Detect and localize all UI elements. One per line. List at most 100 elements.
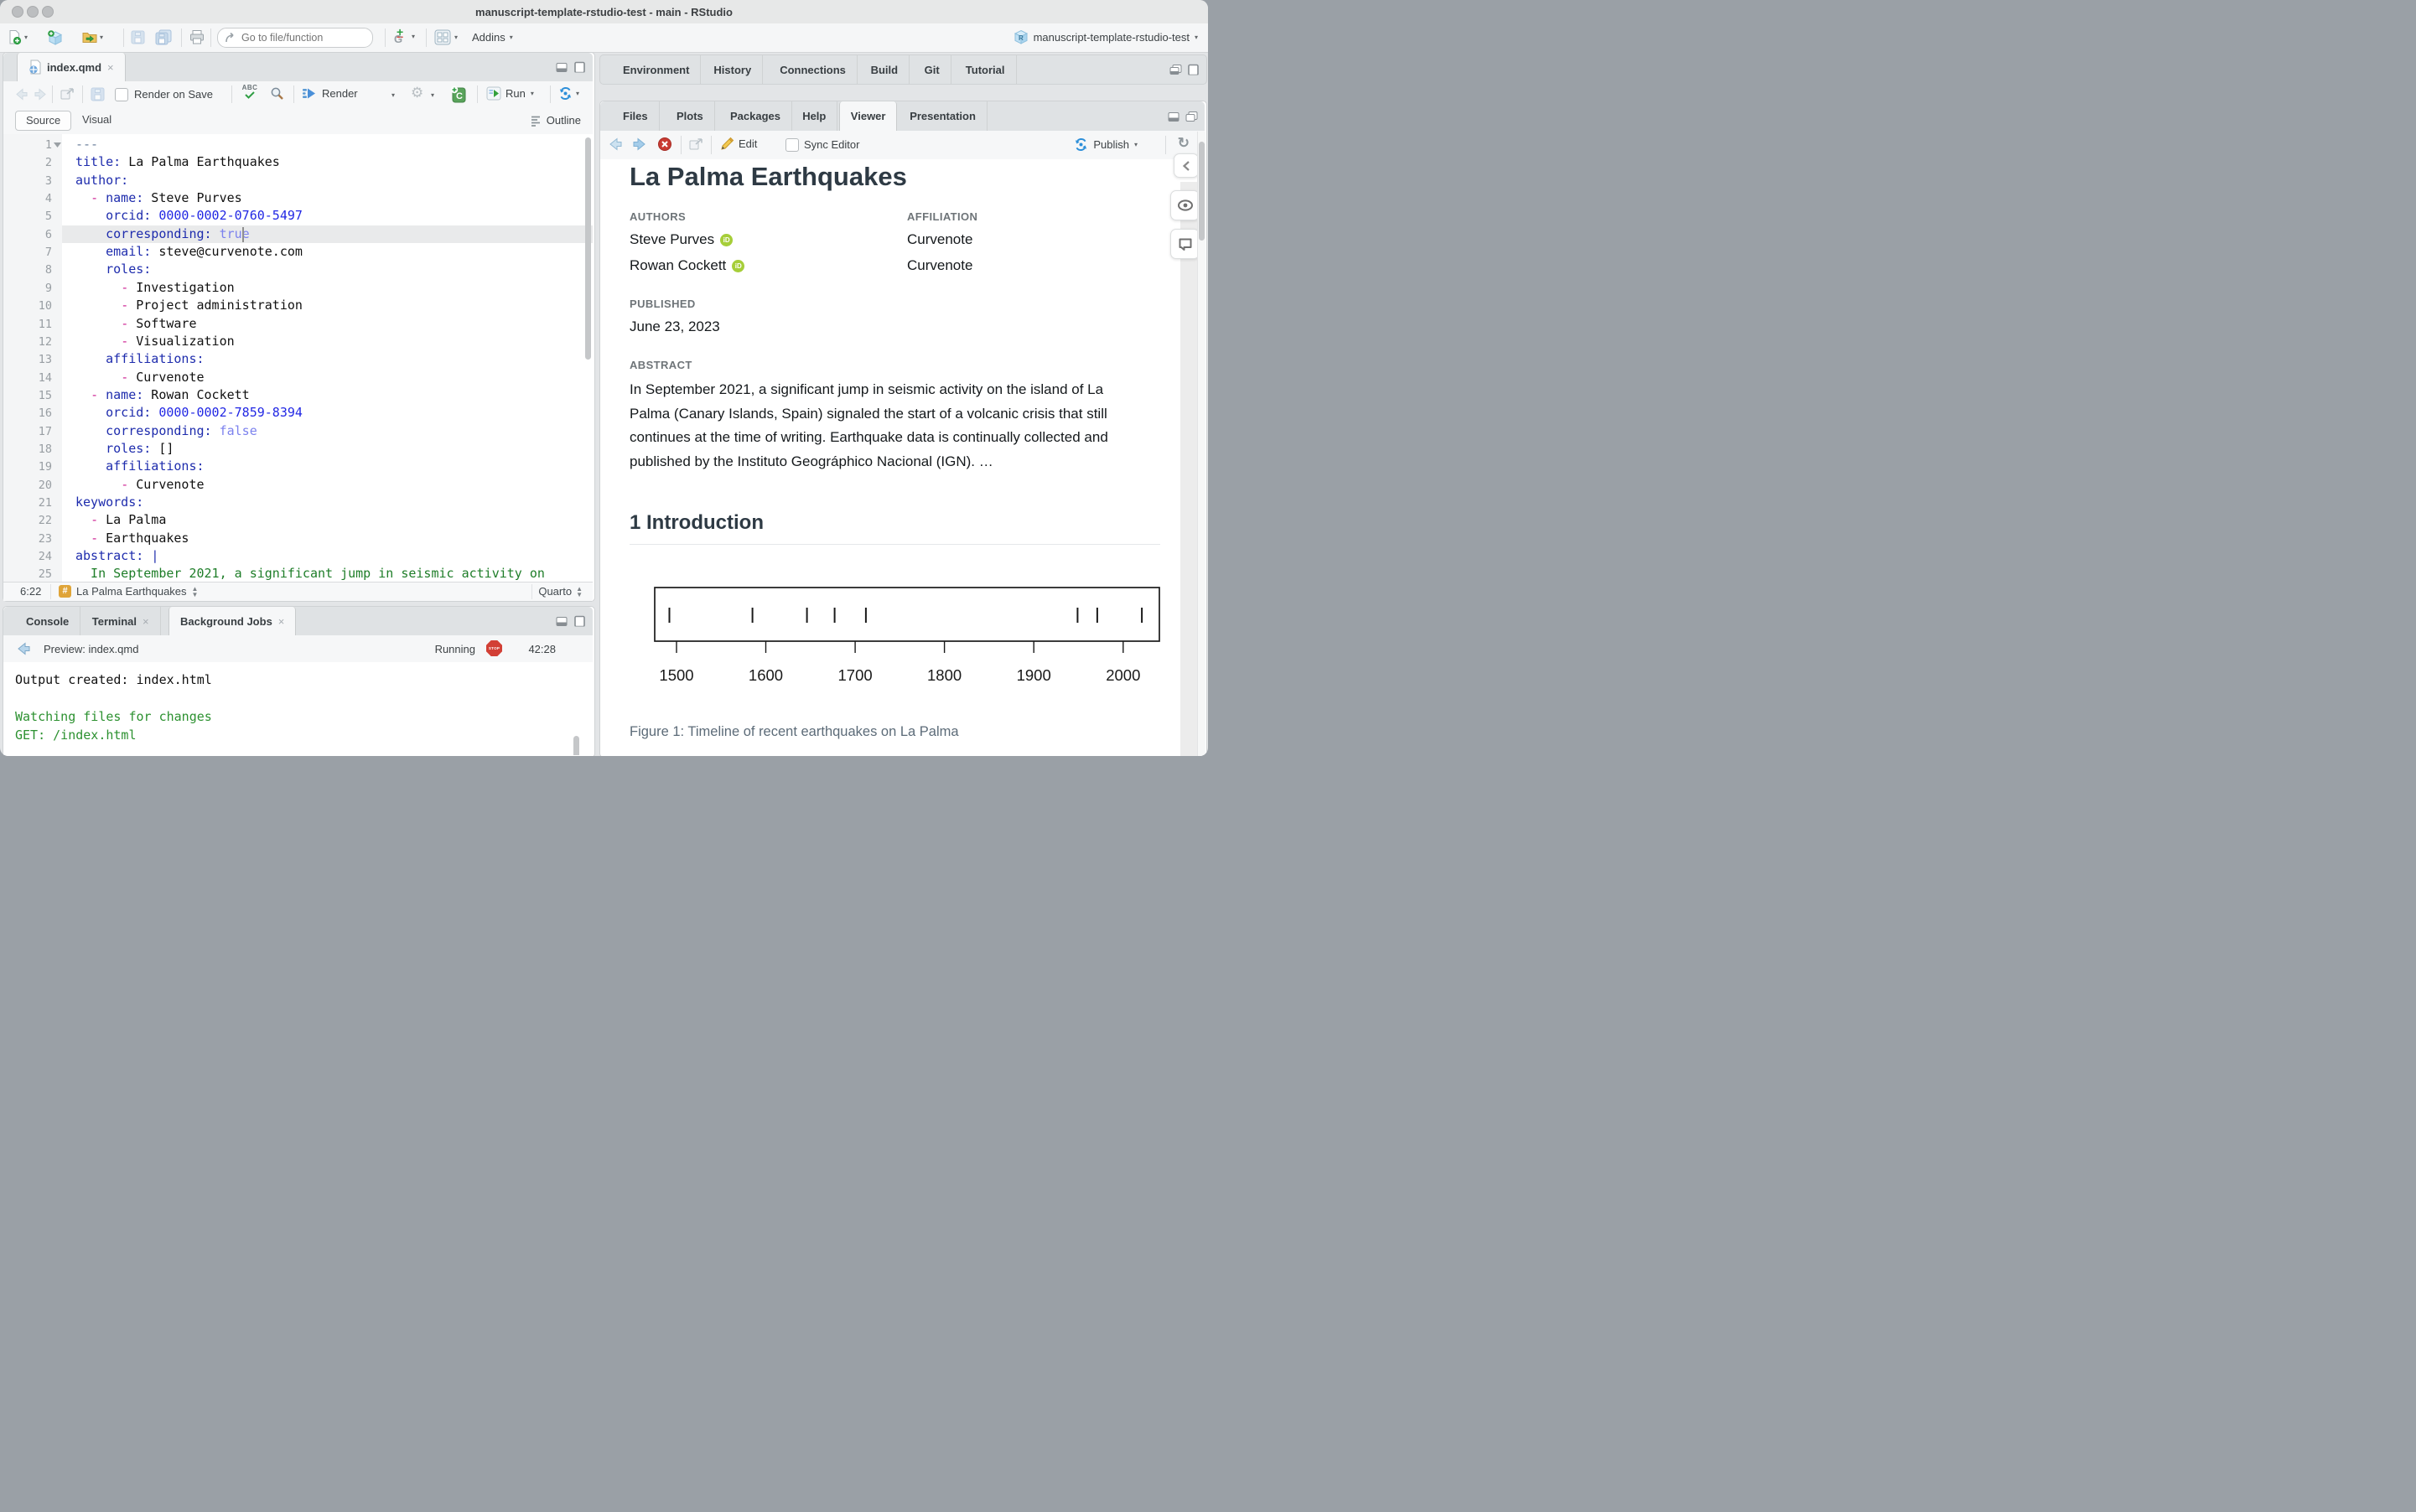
tab-source[interactable]: Source [15, 111, 72, 131]
code-line: roles: [106, 261, 152, 277]
print-button[interactable] [189, 29, 205, 45]
tab-tutorial[interactable]: Tutorial [955, 55, 1017, 84]
maximize-pane-icon[interactable] [573, 61, 586, 73]
tab-label: Viewer [850, 110, 886, 123]
code-editor[interactable]: 1 2 3 4 5 6 7 8 9 10 11 12 13 14 15 16 17 18 19 20 21 22 23 24 2… [3, 134, 593, 582]
publish-button[interactable]: Publish ▾ [1074, 137, 1138, 152]
tab-git[interactable]: Git [914, 55, 951, 84]
stop-job-button[interactable]: STOP [486, 640, 502, 656]
spellcheck-button[interactable]: ABC [240, 84, 260, 99]
save-file-icon[interactable] [91, 87, 105, 101]
minimize-pane-icon[interactable] [556, 616, 568, 627]
tab-label: Environment [623, 63, 690, 76]
gear-icon[interactable]: ⚙ [411, 85, 423, 101]
console-back-icon[interactable] [17, 642, 31, 655]
refresh-icon[interactable]: ↻ [1178, 135, 1190, 152]
goto-file-search[interactable] [217, 28, 373, 48]
console-output[interactable]: Output created: index.html Watching file… [3, 662, 593, 755]
goto-file-input[interactable] [240, 29, 369, 46]
addins-menu[interactable]: Addins ▾ [472, 31, 513, 44]
line-number: 25 [38, 567, 52, 582]
viewer-scrollbar-track[interactable] [1197, 132, 1205, 756]
code-line: affiliations: [106, 351, 205, 367]
tab-index-qmd[interactable]: index.qmd × [17, 53, 126, 82]
author-affiliation: Curvenote [907, 257, 973, 273]
titlebar: manuscript-template-rstudio-test - main … [0, 0, 1208, 24]
section-selector[interactable]: # La Palma Earthquakes ▲ ▼ [59, 585, 198, 598]
tab-viewer[interactable]: Viewer [838, 101, 898, 132]
save-button[interactable] [131, 30, 145, 44]
viewer-back-icon[interactable] [609, 137, 623, 151]
tab-label: Terminal [91, 614, 137, 628]
new-file-button[interactable]: ▾ [8, 29, 28, 45]
annotation-sidebar-toggle[interactable] [1174, 153, 1199, 178]
goto-arrow-icon [226, 32, 234, 43]
find-replace-icon[interactable] [270, 86, 285, 101]
open-file-button[interactable]: ▾ [82, 30, 103, 44]
new-project-button[interactable] [47, 30, 64, 46]
tab-history[interactable]: History [703, 55, 764, 84]
viewer-popout-icon[interactable] [689, 137, 704, 151]
back-icon[interactable] [15, 88, 29, 101]
filetype-selector[interactable]: Quarto ▲ ▼ [538, 585, 583, 598]
show-highlights-button[interactable] [1170, 190, 1200, 220]
open-folder-icon [82, 33, 97, 43]
open-in-window-icon[interactable] [60, 87, 75, 101]
tab-terminal[interactable]: Terminal × [81, 607, 161, 635]
run-button[interactable]: Run ▾ [486, 86, 534, 101]
close-tab-icon[interactable]: × [143, 615, 149, 628]
outline-label: Outline [546, 114, 581, 127]
project-menu[interactable]: R manuscript-template-rstudio-test ▾ [1014, 29, 1198, 45]
restore-pane-icon[interactable] [1169, 65, 1182, 75]
preview-label: Preview: index.qmd [44, 643, 139, 655]
tab-visual[interactable]: Visual [72, 111, 122, 129]
pane-layout-button[interactable]: ▾ [434, 29, 458, 45]
orcid-icon[interactable]: iD [720, 233, 734, 246]
tab-packages[interactable]: Packages [719, 101, 792, 131]
orcid-icon[interactable]: iD [732, 259, 745, 272]
tab-presentation[interactable]: Presentation [899, 101, 988, 131]
maximize-pane-icon[interactable] [573, 615, 586, 627]
console-scrollbar[interactable] [573, 736, 579, 755]
close-tab-icon[interactable]: × [107, 61, 114, 74]
editor-scrollbar[interactable] [585, 137, 591, 360]
tab-plots[interactable]: Plots [666, 101, 715, 131]
tab-connections[interactable]: Connections [769, 55, 858, 84]
version-control-button[interactable]: + − G ▾ [394, 25, 415, 45]
sync-editor-checkbox[interactable] [785, 138, 799, 152]
clear-viewer-button[interactable] [657, 137, 672, 152]
tab-build[interactable]: Build [860, 55, 910, 84]
render-options-caret[interactable]: ▾ [391, 91, 395, 100]
outline-icon [531, 116, 540, 127]
tab-files[interactable]: Files [612, 101, 660, 131]
insert-chunk-icon: C [450, 85, 466, 103]
forward-icon[interactable] [34, 88, 47, 101]
tab-background-jobs[interactable]: Background Jobs × [168, 607, 297, 636]
minimize-pane-icon[interactable] [1168, 111, 1180, 122]
render-on-save-checkbox[interactable] [115, 88, 128, 101]
line-number: 20 [38, 478, 52, 492]
gear-caret[interactable]: ▾ [431, 91, 434, 100]
tab-label: Background Jobs [180, 614, 272, 628]
minimize-pane-icon[interactable] [556, 62, 568, 73]
edit-button[interactable]: Edit [720, 137, 757, 151]
close-tab-icon[interactable]: × [278, 615, 285, 628]
maximize-pane-icon[interactable] [1187, 64, 1200, 75]
save-all-button[interactable] [155, 29, 172, 45]
render-button[interactable]: Render [302, 86, 358, 101]
line-number: 12 [38, 334, 52, 349]
line-number: 4 [44, 192, 52, 206]
insert-chunk-button[interactable]: C [450, 85, 466, 103]
tab-console[interactable]: Console [15, 607, 81, 635]
viewer-forward-icon[interactable] [632, 137, 646, 151]
run-icon [486, 86, 501, 101]
rerun-button[interactable]: ▾ [558, 86, 579, 101]
tab-help[interactable]: Help [791, 101, 838, 131]
fold-caret-icon[interactable] [54, 142, 61, 148]
restore-pane-icon[interactable] [1185, 111, 1198, 122]
outline-toggle[interactable]: Outline [531, 114, 581, 127]
tab-label: History [713, 63, 752, 76]
new-page-note-button[interactable] [1170, 229, 1200, 259]
viewer-scrollbar-thumb[interactable] [1199, 142, 1205, 241]
tab-environment[interactable]: Environment [612, 55, 702, 84]
